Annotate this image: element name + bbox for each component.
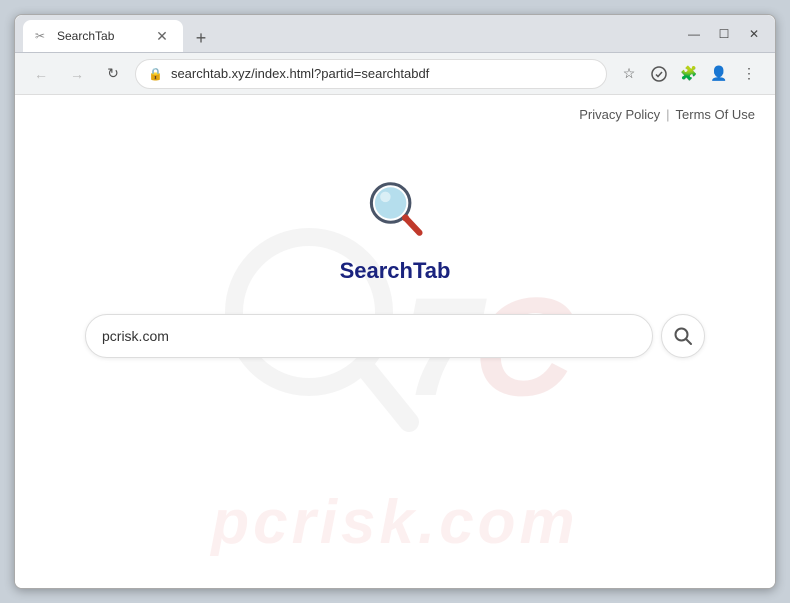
minimize-button[interactable]: — [681, 21, 707, 47]
bookmark-button[interactable]: ☆ [615, 60, 643, 88]
privacy-policy-link[interactable]: Privacy Policy [579, 107, 660, 122]
main-content: SearchTab [15, 175, 775, 358]
browser-window: ✂ SearchTab ✕ + — ☐ ✕ ← → ↻ 🔒 searchtab.… [14, 14, 776, 589]
tab-area: ✂ SearchTab ✕ + [23, 15, 681, 52]
watermark-bottom-text: pcrisk.com [15, 487, 775, 558]
page-content: 7C pcrisk.com Privacy Policy | Terms Of … [15, 95, 775, 588]
searchtab-logo-icon [360, 175, 430, 245]
profile-button[interactable]: 👤 [705, 60, 733, 88]
logo-icon [360, 175, 430, 250]
extensions-button[interactable]: 🧩 [675, 60, 703, 88]
links-divider: | [666, 107, 669, 122]
active-tab[interactable]: ✂ SearchTab ✕ [23, 20, 183, 52]
top-links: Privacy Policy | Terms Of Use [579, 107, 755, 122]
shield-icon [651, 66, 667, 82]
window-controls: — ☐ ✕ [681, 21, 767, 47]
title-bar: ✂ SearchTab ✕ + — ☐ ✕ [15, 15, 775, 53]
url-text: searchtab.xyz/index.html?partid=searchta… [171, 66, 594, 81]
address-bar: ← → ↻ 🔒 searchtab.xyz/index.html?partid=… [15, 53, 775, 95]
new-tab-button[interactable]: + [187, 24, 215, 52]
shield-icon-button[interactable] [645, 60, 673, 88]
lock-icon: 🔒 [148, 67, 163, 81]
refresh-button[interactable]: ↻ [99, 60, 127, 88]
search-input[interactable] [102, 328, 636, 344]
search-area [85, 314, 705, 358]
search-button[interactable] [661, 314, 705, 358]
brand-suffix: Tab [413, 258, 450, 283]
back-button[interactable]: ← [27, 60, 55, 88]
toolbar-icons: ☆ 🧩 👤 ⋮ [615, 60, 763, 88]
forward-button[interactable]: → [63, 60, 91, 88]
search-box[interactable] [85, 314, 653, 358]
url-input-box[interactable]: 🔒 searchtab.xyz/index.html?partid=search… [135, 59, 607, 89]
terms-of-use-link[interactable]: Terms Of Use [676, 107, 755, 122]
menu-button[interactable]: ⋮ [735, 60, 763, 88]
maximize-button[interactable]: ☐ [711, 21, 737, 47]
search-icon [673, 326, 693, 346]
brand-name: SearchTab [340, 258, 451, 284]
close-button[interactable]: ✕ [741, 21, 767, 47]
tab-title: SearchTab [57, 29, 145, 43]
tab-favicon: ✂ [35, 29, 49, 43]
tab-close-button[interactable]: ✕ [153, 27, 171, 45]
brand-prefix: Search [340, 258, 413, 283]
